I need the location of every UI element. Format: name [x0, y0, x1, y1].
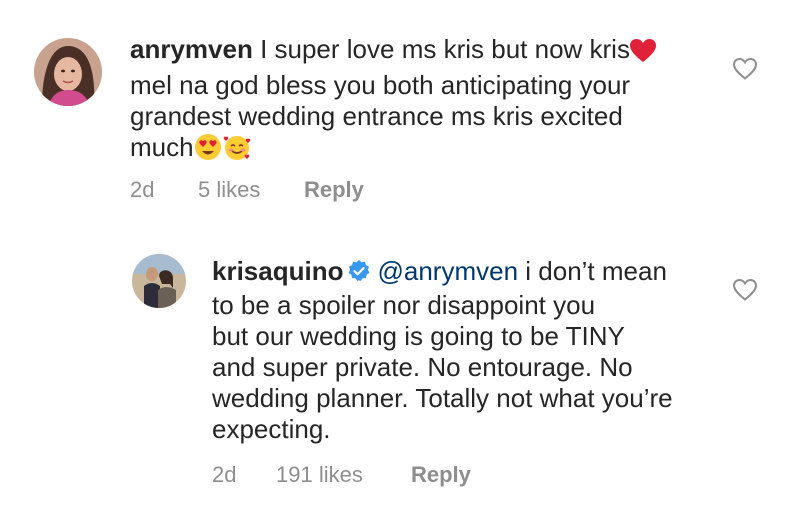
avatar[interactable] — [34, 38, 102, 106]
comment-meta: 2d 5 likes Reply — [130, 177, 364, 203]
heart-eyes-emoji-icon — [194, 133, 222, 168]
comment-body-line: I super love ms kris but now kris — [252, 34, 630, 64]
comment-text: anrymven I super love ms kris but now kr… — [130, 34, 690, 168]
comment-body-line: expecting. — [212, 414, 331, 444]
comment-body-line: much — [130, 132, 194, 162]
reply-button[interactable]: Reply — [411, 462, 471, 488]
comment-username[interactable]: krisaquino — [212, 256, 343, 286]
comment-body-line: mel na god bless you both anticipating y… — [130, 70, 631, 100]
reply-comment-item: krisaquino @anrymven i don’t mean to be a… — [0, 230, 800, 516]
avatar[interactable] — [132, 254, 186, 308]
comment-body-line: wedding planner. Totally not what you’re — [212, 383, 673, 413]
comment-body-line: grandest wedding entrance ms kris excite… — [130, 101, 623, 131]
mention-link[interactable]: @anrymven — [377, 256, 518, 286]
smiling-face-with-hearts-emoji-icon — [222, 133, 252, 168]
comment-body-line: i don’t mean — [518, 256, 667, 286]
comment-likes[interactable]: 5 likes — [198, 177, 304, 203]
couple-avatar-photo-icon — [132, 254, 186, 308]
reply-button[interactable]: Reply — [304, 177, 364, 203]
heart-outline-icon[interactable] — [732, 57, 758, 85]
comment-body-line: but our wedding is going to be TINY — [212, 321, 625, 351]
verified-badge-icon — [347, 259, 371, 290]
comment-timestamp[interactable]: 2d — [212, 462, 276, 488]
comment-meta: 2d 191 likes Reply — [212, 462, 471, 488]
user-avatar-photo-icon — [34, 38, 102, 106]
heart-outline-icon[interactable] — [732, 278, 758, 306]
comment-text: krisaquino @anrymven i don’t mean to be a… — [212, 256, 712, 445]
comment-body-line: to be a spoiler nor disappoint you — [212, 290, 596, 320]
comment-body-line: and super private. No entourage. No — [212, 352, 633, 382]
comment-username[interactable]: anrymven — [130, 34, 253, 64]
red-heart-emoji-icon — [629, 39, 656, 70]
comment-item: anrymven I super love ms kris but now kr… — [0, 0, 800, 230]
comment-likes[interactable]: 191 likes — [276, 462, 411, 488]
comment-timestamp[interactable]: 2d — [130, 177, 198, 203]
